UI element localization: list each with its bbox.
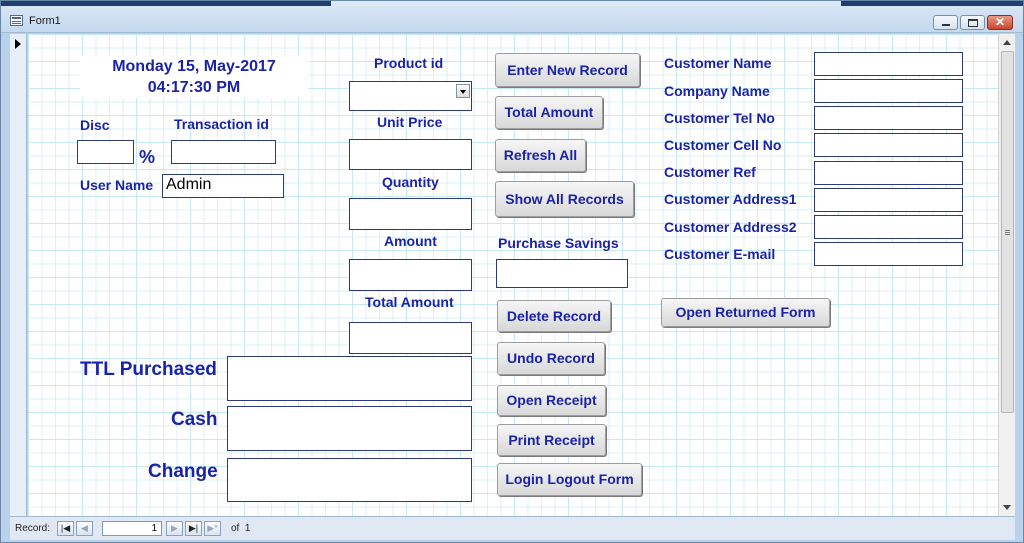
amount-input[interactable] [349, 259, 472, 291]
disc-label: Disc [80, 117, 110, 133]
change-label: Change [148, 461, 218, 482]
maximize-button[interactable] [960, 15, 985, 30]
previous-record-icon[interactable]: ◀ [76, 521, 93, 536]
login-logout-form-button[interactable]: Login Logout Form [497, 463, 642, 496]
company-name-input[interactable] [814, 79, 963, 103]
maximize-icon [968, 19, 978, 27]
purchase-savings-label: Purchase Savings [498, 235, 619, 251]
customer-field-label: Customer Address1 [664, 191, 797, 207]
datetime-display: Monday 15, May-2017 04:17:30 PM [80, 56, 308, 98]
enter-new-record-button[interactable]: Enter New Record [495, 53, 640, 87]
show-all-records-button[interactable]: Show All Records [495, 181, 634, 217]
record-total: 1 [244, 523, 251, 534]
purchase-savings-input[interactable] [496, 259, 628, 288]
customer-tel-input[interactable] [814, 106, 963, 130]
first-record-icon[interactable]: |◀ [57, 521, 74, 536]
chevron-down-icon[interactable] [456, 84, 470, 98]
customer-field-label: Company Name [664, 83, 770, 99]
vertical-scrollbar[interactable] [998, 34, 1015, 516]
customer-ref-input[interactable] [814, 161, 963, 185]
quantity-input[interactable] [349, 198, 472, 230]
cash-label: Cash [171, 409, 218, 430]
minimize-icon [942, 24, 950, 26]
unit-price-input[interactable] [349, 139, 472, 170]
ttl-purchased-label: TTL Purchased [80, 359, 217, 380]
ttl-purchased-input[interactable] [227, 356, 472, 401]
taskbar-strip [1, 1, 1023, 6]
new-record-icon[interactable]: ▶* [204, 521, 221, 536]
customer-field-label: Customer Cell No [664, 137, 782, 153]
scroll-down-icon[interactable] [1003, 505, 1011, 510]
close-icon: ✕ [994, 15, 1006, 29]
scroll-thumb[interactable] [1001, 51, 1014, 413]
quantity-label: Quantity [382, 174, 439, 190]
scroll-up-icon[interactable] [1003, 40, 1011, 45]
form-window: Form1 ✕ Monday 15, May-2017 04:17:30 PM … [0, 0, 1024, 543]
customer-field-label: Customer Ref [664, 164, 756, 180]
next-record-icon[interactable]: ▶ [166, 521, 183, 536]
customer-address2-input[interactable] [814, 215, 963, 239]
record-navigation-bar: Record: |◀ ◀ 1 ▶ ▶| ▶* of 1 [10, 516, 1015, 540]
total-amount-label: Total Amount [365, 294, 454, 310]
close-button[interactable]: ✕ [987, 15, 1013, 30]
window-title: Form1 [29, 15, 61, 27]
customer-name-input[interactable] [814, 52, 963, 76]
form-icon [10, 15, 23, 26]
minimize-button[interactable] [933, 15, 958, 30]
open-receipt-button[interactable]: Open Receipt [497, 385, 606, 416]
unit-price-label: Unit Price [377, 114, 443, 130]
title-bar[interactable]: Form1 ✕ [1, 1, 1023, 33]
record-count: of 1 [231, 523, 250, 534]
last-record-icon[interactable]: ▶| [185, 521, 202, 536]
undo-record-button[interactable]: Undo Record [497, 342, 605, 375]
record-label: Record: [15, 523, 51, 534]
customer-cell-input[interactable] [814, 133, 963, 157]
date-text: Monday 15, May-2017 [112, 58, 276, 75]
of-label: of [231, 523, 240, 534]
user-name-input[interactable]: Admin [162, 174, 284, 198]
time-text: 04:17:30 PM [147, 79, 241, 96]
product-id-label: Product id [374, 55, 444, 71]
change-input[interactable] [227, 458, 472, 502]
customer-field-label: Customer E-mail [664, 246, 776, 262]
customer-address1-input[interactable] [814, 188, 963, 212]
amount-label: Amount [384, 233, 437, 249]
transaction-id-label: Transaction id [174, 116, 269, 132]
total-amount-input[interactable] [349, 322, 472, 354]
customer-email-input[interactable] [814, 242, 963, 266]
total-amount-button[interactable]: Total Amount [495, 96, 603, 129]
current-record-input[interactable]: 1 [102, 521, 162, 536]
percent-sign: % [139, 147, 156, 167]
customer-field-label: Customer Tel No [664, 110, 775, 126]
current-record-arrow-icon [15, 39, 21, 49]
disc-input[interactable] [77, 140, 134, 164]
user-name-label: User Name [80, 177, 154, 193]
cash-input[interactable] [227, 406, 472, 451]
customer-field-label: Customer Name [664, 55, 772, 71]
print-receipt-button[interactable]: Print Receipt [497, 424, 606, 456]
product-id-combo[interactable] [349, 81, 472, 111]
transaction-id-input[interactable] [171, 140, 276, 164]
customer-field-label: Customer Address2 [664, 219, 797, 235]
open-returned-form-button[interactable]: Open Returned Form [661, 298, 830, 327]
refresh-all-button[interactable]: Refresh All [495, 139, 586, 172]
delete-record-button[interactable]: Delete Record [497, 300, 611, 332]
record-selector[interactable] [10, 34, 27, 516]
